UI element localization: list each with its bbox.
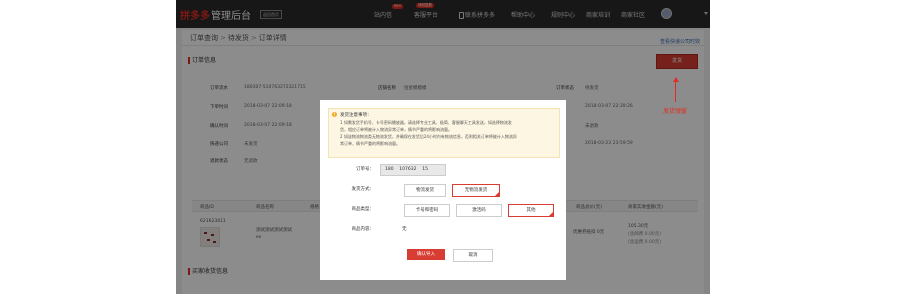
option-activation-code[interactable]: 激活码: [456, 204, 502, 217]
app-window: 拼多多管理后台 返回首页 站内信 99+ 客服平台 待回复数 联系拼多多 帮助中…: [176, 0, 710, 294]
option-card-password[interactable]: 卡号和密码: [404, 204, 450, 217]
order-no-label: 订单号：: [356, 167, 374, 172]
goods-type-label: 商品类型：: [351, 207, 375, 212]
ship-method-label: 发货方式：: [351, 187, 375, 192]
option-no-logistics[interactable]: 无物流发货: [452, 184, 500, 197]
annotation-arrow: [675, 80, 676, 102]
notice-line: 常订单，情节严重的将影响流量。: [340, 141, 400, 146]
notice-line: 1 如需发货手机号、卡号密码播放器，请选择专业工具、极简、客服聊天工具发送，如选…: [340, 120, 512, 125]
notice-title: 发货注意事项：: [340, 113, 372, 118]
content-label: 商品内容：: [351, 227, 375, 232]
confirm-import-button[interactable]: 确认导入: [407, 249, 445, 260]
ship-dialog: ! 发货注意事项： 1 如需发货手机号、卡号密码播放器，请选择专业工具、极简、客…: [320, 100, 566, 280]
option-other[interactable]: 其他: [508, 204, 554, 217]
arrow-up-icon: [673, 77, 679, 82]
content-value: 无: [402, 227, 407, 232]
notice-box: ! 发货注意事项： 1 如需发货手机号、卡号密码播放器，请选择专业工具、极简、客…: [328, 108, 560, 158]
annotation-label: 发货弹窗: [663, 108, 688, 115]
cancel-button[interactable]: 取消: [453, 249, 493, 262]
notice-line: 2 如该物流物流类无物流发货，并确保在发货后24小时内有物流信息，否则相关订单将…: [340, 134, 517, 139]
option-logistics[interactable]: 物流发货: [404, 184, 446, 197]
order-no-field[interactable]: 180 107632 15: [380, 164, 446, 176]
warning-icon: !: [332, 112, 337, 117]
notice-line: 货，相应订单将被计入物流异常订单，情节严重的将影响流量。: [340, 127, 452, 132]
